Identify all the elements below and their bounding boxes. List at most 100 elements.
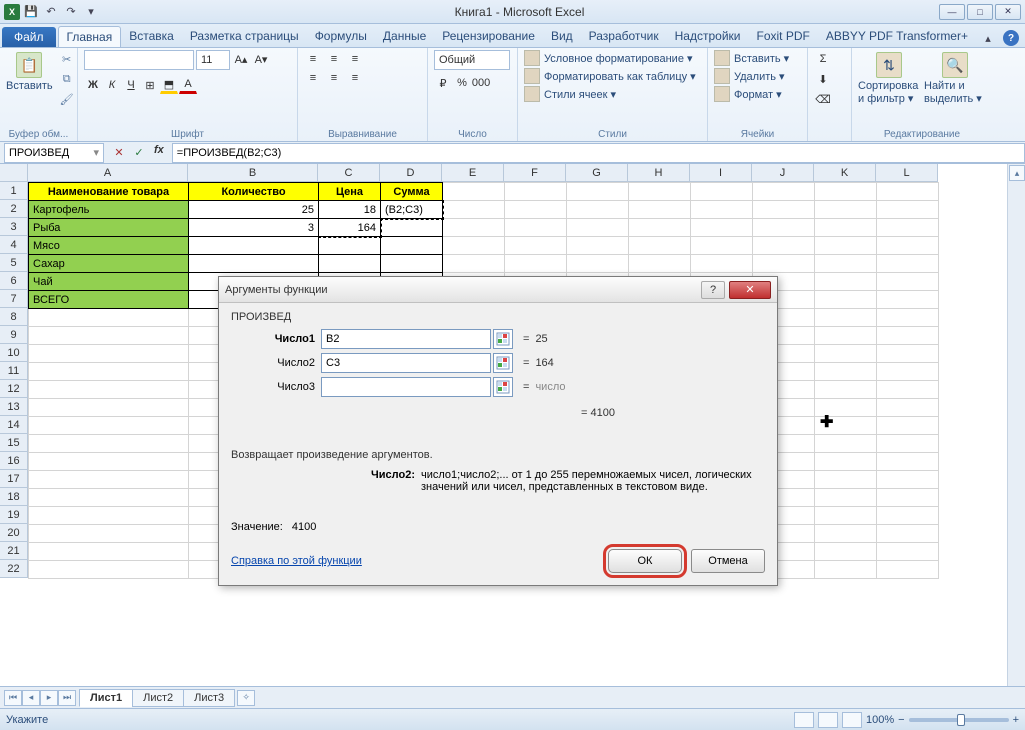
cell[interactable] bbox=[877, 219, 939, 237]
help-icon[interactable]: ? bbox=[1003, 30, 1019, 46]
cell[interactable] bbox=[753, 255, 815, 273]
cell[interactable] bbox=[29, 345, 189, 363]
row-header[interactable]: 12 bbox=[0, 380, 28, 398]
tab-nav-next-icon[interactable]: ▸ bbox=[40, 690, 58, 706]
cell[interactable] bbox=[877, 237, 939, 255]
column-header[interactable]: J bbox=[752, 164, 814, 182]
cell[interactable] bbox=[505, 255, 567, 273]
sheet-tab[interactable]: Лист2 bbox=[132, 689, 184, 707]
ribbon-tab[interactable]: ABBYY PDF Transformer+ bbox=[818, 26, 976, 47]
row-header[interactable]: 22 bbox=[0, 560, 28, 578]
cell[interactable]: 25 bbox=[189, 201, 319, 219]
row-header[interactable]: 19 bbox=[0, 506, 28, 524]
cell[interactable] bbox=[877, 327, 939, 345]
cell[interactable] bbox=[815, 255, 877, 273]
cell[interactable] bbox=[753, 219, 815, 237]
cell[interactable]: 164 bbox=[319, 219, 381, 237]
cell[interactable] bbox=[753, 237, 815, 255]
cell[interactable] bbox=[877, 255, 939, 273]
align-bot-icon[interactable]: ≡ bbox=[346, 50, 364, 68]
align-left-icon[interactable]: ≡ bbox=[304, 69, 322, 87]
cell[interactable] bbox=[29, 417, 189, 435]
zoom-slider[interactable] bbox=[909, 718, 1009, 722]
italic-button[interactable]: К bbox=[103, 76, 121, 94]
cell[interactable] bbox=[815, 201, 877, 219]
cell[interactable] bbox=[877, 399, 939, 417]
cell[interactable] bbox=[29, 525, 189, 543]
vertical-scrollbar[interactable]: ▴ bbox=[1007, 164, 1025, 704]
ribbon-tab[interactable]: Foxit PDF bbox=[748, 26, 817, 47]
cell[interactable] bbox=[29, 363, 189, 381]
row-header[interactable]: 3 bbox=[0, 218, 28, 236]
row-header[interactable]: 10 bbox=[0, 344, 28, 362]
cell[interactable] bbox=[815, 453, 877, 471]
ribbon-tab[interactable]: Формулы bbox=[307, 26, 375, 47]
format-painter-icon[interactable]: 🖌 bbox=[57, 90, 77, 108]
dialog-close-icon[interactable]: ✕ bbox=[729, 281, 771, 299]
fx-icon[interactable]: fx bbox=[150, 144, 168, 162]
select-all-corner[interactable] bbox=[0, 164, 28, 182]
cell[interactable] bbox=[877, 561, 939, 579]
row-header[interactable]: 1 bbox=[0, 182, 28, 200]
zoom-out-icon[interactable]: − bbox=[898, 714, 904, 726]
maximize-button[interactable]: □ bbox=[967, 4, 993, 20]
cell[interactable] bbox=[189, 255, 319, 273]
cell[interactable] bbox=[443, 183, 505, 201]
column-header[interactable]: F bbox=[504, 164, 566, 182]
cell[interactable] bbox=[877, 345, 939, 363]
align-top-icon[interactable]: ≡ bbox=[304, 50, 322, 68]
close-button[interactable]: ✕ bbox=[995, 4, 1021, 20]
cut-icon[interactable]: ✂ bbox=[57, 50, 77, 68]
row-header[interactable]: 7 bbox=[0, 290, 28, 308]
file-tab[interactable]: Файл bbox=[2, 27, 56, 47]
cell[interactable] bbox=[691, 255, 753, 273]
arg-input[interactable] bbox=[321, 377, 491, 397]
font-color-icon[interactable]: A bbox=[179, 76, 197, 94]
cell[interactable] bbox=[505, 237, 567, 255]
cell[interactable] bbox=[443, 201, 505, 219]
paste-button[interactable]: 📋 Вставить bbox=[6, 50, 53, 92]
cell[interactable] bbox=[815, 219, 877, 237]
cell[interactable] bbox=[691, 237, 753, 255]
cell[interactable] bbox=[189, 237, 319, 255]
row-header[interactable]: 2 bbox=[0, 200, 28, 218]
cell[interactable] bbox=[815, 273, 877, 291]
conditional-format-button[interactable]: Условное форматирование ▾ bbox=[524, 50, 693, 66]
row-header[interactable]: 18 bbox=[0, 488, 28, 506]
shrink-font-icon[interactable]: A▾ bbox=[252, 50, 270, 68]
cell[interactable] bbox=[29, 327, 189, 345]
cell[interactable] bbox=[815, 435, 877, 453]
ribbon-tab[interactable]: Вставка bbox=[121, 26, 182, 47]
row-header[interactable]: 16 bbox=[0, 452, 28, 470]
cell[interactable] bbox=[29, 399, 189, 417]
cell[interactable] bbox=[381, 219, 443, 237]
cell[interactable] bbox=[877, 507, 939, 525]
cell[interactable] bbox=[753, 183, 815, 201]
cell[interactable] bbox=[877, 291, 939, 309]
row-header[interactable]: 20 bbox=[0, 524, 28, 542]
ok-button[interactable]: ОК bbox=[608, 549, 682, 573]
row-header[interactable]: 8 bbox=[0, 308, 28, 326]
name-box[interactable]: ПРОИЗВЕД▾ bbox=[4, 143, 104, 163]
cell[interactable] bbox=[691, 219, 753, 237]
cell[interactable]: 3 bbox=[189, 219, 319, 237]
cell[interactable] bbox=[629, 219, 691, 237]
cell[interactable] bbox=[567, 183, 629, 201]
cell[interactable] bbox=[691, 183, 753, 201]
column-header[interactable]: I bbox=[690, 164, 752, 182]
row-header[interactable]: 5 bbox=[0, 254, 28, 272]
border-icon[interactable]: ⊞ bbox=[141, 76, 159, 94]
cell[interactable] bbox=[877, 543, 939, 561]
sheet-tab[interactable]: Лист3 bbox=[183, 689, 235, 707]
cell[interactable] bbox=[29, 453, 189, 471]
ribbon-tab[interactable]: Данные bbox=[375, 26, 434, 47]
range-selector-icon[interactable] bbox=[493, 377, 513, 397]
cell[interactable] bbox=[443, 219, 505, 237]
minimize-button[interactable]: — bbox=[939, 4, 965, 20]
cell[interactable] bbox=[753, 201, 815, 219]
cell[interactable] bbox=[877, 435, 939, 453]
view-normal-icon[interactable] bbox=[794, 712, 814, 728]
clear-icon[interactable]: ⌫ bbox=[814, 90, 832, 108]
find-select-button[interactable]: 🔍Найти и выделить ▾ bbox=[924, 50, 986, 105]
cell[interactable]: Сумма bbox=[381, 183, 443, 201]
